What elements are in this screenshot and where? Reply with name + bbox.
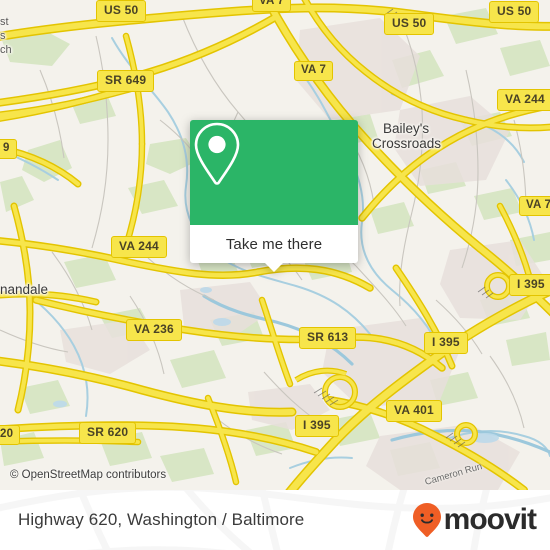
moovit-logo[interactable]: moovit [412,502,537,538]
popup-pointer [265,263,283,272]
road-shield: VA 7 [294,61,334,81]
road-shield: SR 613 [299,327,357,349]
popup-icon-panel [190,120,358,225]
road-shield: VA 401 [386,400,442,422]
road-shield: US 50 [489,1,540,23]
road-shield: VA 244 [497,89,550,111]
footer-bar: Highway 620, Washington / Baltimore moov… [0,490,550,550]
take-me-there-button[interactable]: Take me there [190,225,358,263]
place-label: Crossroads [372,136,442,151]
map-pin-icon [194,122,240,185]
road-shield: US 50 [384,13,435,35]
moovit-wordmark: moovit [443,503,537,536]
footer-content: Highway 620, Washington / Baltimore moov… [0,490,550,550]
road-shield: SR 649 [97,70,155,92]
osm-attribution[interactable]: © OpenStreetMap contributors [10,469,166,481]
road-shield: US 50 [96,0,147,22]
road-shield: VA 7 [252,0,292,12]
place-label: st [0,16,9,28]
road-shield: SR 620 [79,422,137,444]
road-shield: 20 [0,425,21,445]
road-shield: I 395 [424,332,468,354]
road-shield: 9 [0,139,17,159]
location-title: Highway 620, Washington / Baltimore [18,510,305,529]
place-label: nandale [0,282,49,297]
road-shield: VA 7 [519,196,550,216]
road-shield: I 395 [509,274,550,296]
road-shield: I 395 [295,415,339,437]
place-label: Bailey's [383,121,430,136]
place-label: ch [0,44,12,56]
place-label: s [0,30,6,42]
moovit-map-screen: US 50 VA 7 US 50 US 50 SR 649 VA 7 VA 244 9 VA 7… [0,0,550,550]
road-shield: VA 244 [111,236,167,258]
destination-popup-card[interactable]: Take me there [190,120,358,272]
map-canvas[interactable]: US 50 VA 7 US 50 US 50 SR 649 VA 7 VA 244 9 VA 7… [0,0,550,490]
moovit-pin-icon [412,503,441,537]
road-shield: VA 236 [126,319,182,341]
